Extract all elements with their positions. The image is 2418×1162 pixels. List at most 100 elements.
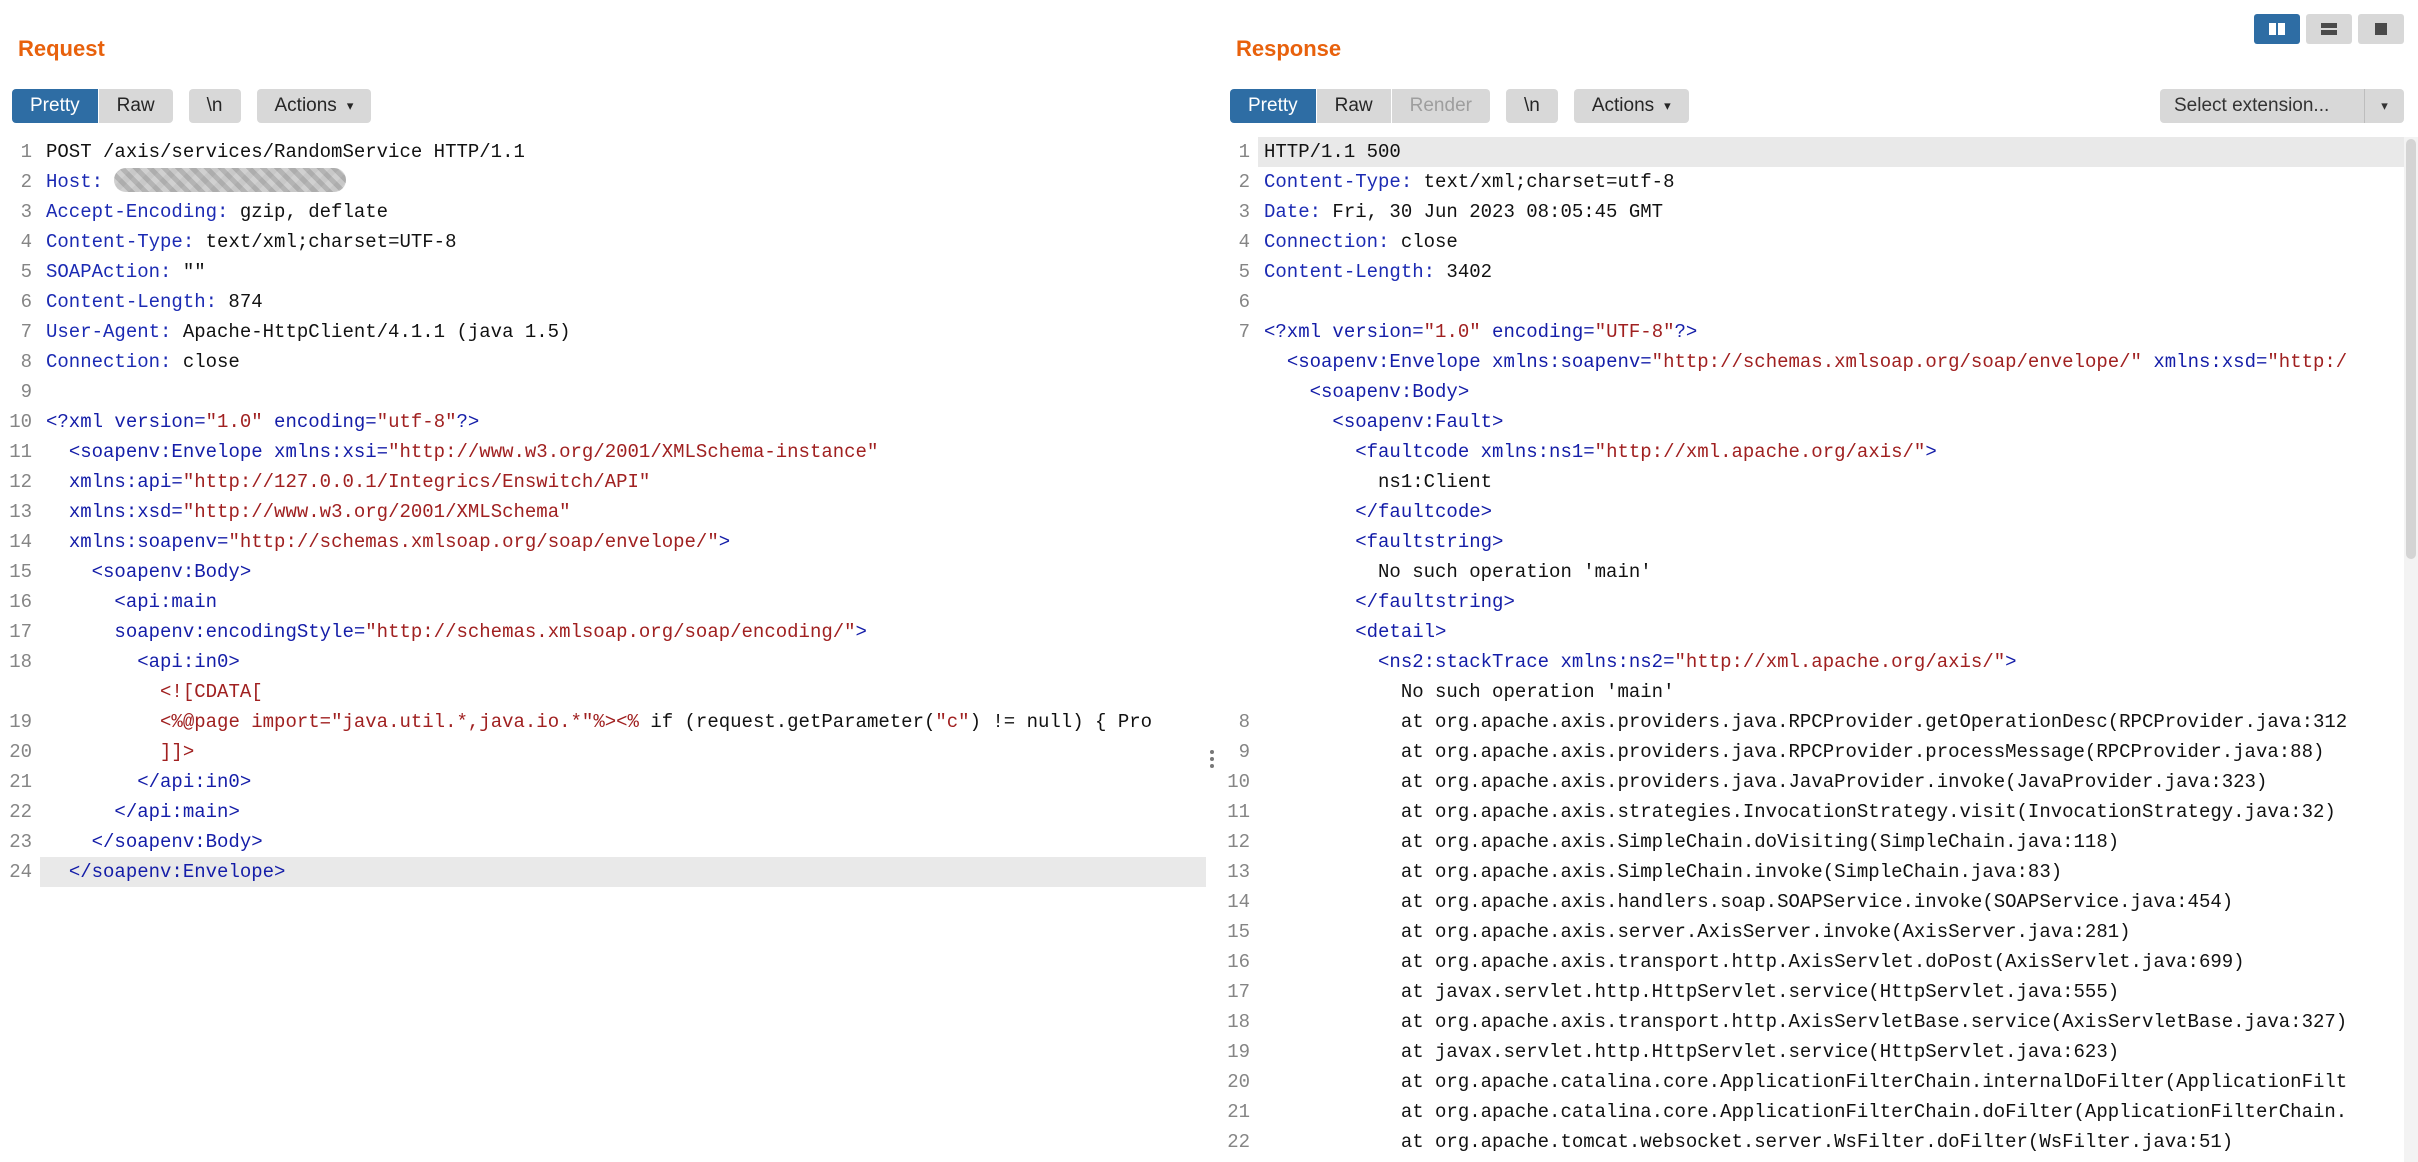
line-content: <api:main xyxy=(40,587,1206,617)
code-line: 3Date: Fri, 30 Jun 2023 08:05:45 GMT xyxy=(1218,197,2418,227)
code-line: </faultcode> xyxy=(1218,497,2418,527)
select-extension-label: Select extension... xyxy=(2160,89,2364,123)
single-layout-button[interactable] xyxy=(2358,14,2404,44)
line-content: Connection: close xyxy=(40,347,1206,377)
chevron-down-icon: ▾ xyxy=(2364,89,2404,123)
request-actions-button[interactable]: Actions ▾ xyxy=(257,89,372,123)
line-content: <soapenv:Body> xyxy=(40,557,1206,587)
code-line: </faultstring> xyxy=(1218,587,2418,617)
rows-layout-button[interactable] xyxy=(2306,14,2352,44)
code-line: 2Content-Type: text/xml;charset=utf-8 xyxy=(1218,167,2418,197)
line-number: 21 xyxy=(0,767,40,797)
code-line: 8Connection: close xyxy=(0,347,1206,377)
line-content: </soapenv:Body> xyxy=(40,827,1206,857)
code-line: 2Host: xyxy=(0,167,1206,197)
line-content: Content-Length: 3402 xyxy=(1258,257,2418,287)
line-number: 4 xyxy=(0,227,40,257)
response-tab-pretty[interactable]: Pretty xyxy=(1230,89,1316,123)
line-content: at javax.servlet.http.HttpServlet.servic… xyxy=(1258,977,2418,1007)
line-number xyxy=(1218,377,1258,407)
request-panel: Request Pretty Raw \n Actions ▾ 1POST /a… xyxy=(0,0,1206,1162)
line-number xyxy=(1218,587,1258,617)
code-line: 11 <soapenv:Envelope xmlns:xsi="http://w… xyxy=(0,437,1206,467)
line-number: 6 xyxy=(0,287,40,317)
response-tab-newline[interactable]: \n xyxy=(1506,89,1558,123)
line-content: at org.apache.axis.transport.http.AxisSe… xyxy=(1258,1007,2418,1037)
request-tab-newline[interactable]: \n xyxy=(189,89,241,123)
code-line: 21 at org.apache.catalina.core.Applicati… xyxy=(1218,1097,2418,1127)
response-view-segment: Pretty Raw Render xyxy=(1230,89,1490,123)
code-line: 11 at org.apache.axis.strategies.Invocat… xyxy=(1218,797,2418,827)
response-scrollbar-thumb[interactable] xyxy=(2406,139,2416,559)
request-tabbar: Pretty Raw \n Actions ▾ xyxy=(12,89,1192,123)
code-line: 18 at org.apache.axis.transport.http.Axi… xyxy=(1218,1007,2418,1037)
response-actions-label: Actions xyxy=(1592,95,1654,117)
code-line: 12 xmlns:api="http://127.0.0.1/Integrics… xyxy=(0,467,1206,497)
line-number: 15 xyxy=(1218,917,1258,947)
line-number: 15 xyxy=(0,557,40,587)
line-number xyxy=(1218,467,1258,497)
response-scrollbar[interactable] xyxy=(2404,137,2418,1162)
code-line: 14 at org.apache.axis.handlers.soap.SOAP… xyxy=(1218,887,2418,917)
line-number: 5 xyxy=(0,257,40,287)
select-extension-dropdown[interactable]: Select extension... ▾ xyxy=(2160,89,2404,123)
code-line: 24 </soapenv:Envelope> xyxy=(0,857,1206,887)
redacted-host-value xyxy=(114,168,346,192)
editor-layout-toggle xyxy=(2254,14,2404,44)
line-content: at org.apache.axis.strategies.Invocation… xyxy=(1258,797,2418,827)
line-content: at org.apache.axis.handlers.soap.SOAPSer… xyxy=(1258,887,2418,917)
code-line: 17 soapenv:encodingStyle="http://schemas… xyxy=(0,617,1206,647)
response-actions-button[interactable]: Actions ▾ xyxy=(1574,89,1689,123)
line-number: 1 xyxy=(0,137,40,167)
line-number: 11 xyxy=(1218,797,1258,827)
code-line: 8 at org.apache.axis.providers.java.RPCP… xyxy=(1218,707,2418,737)
line-content: at org.apache.axis.providers.java.RPCPro… xyxy=(1258,707,2418,737)
line-number: 6 xyxy=(1218,287,1258,317)
line-content: at org.apache.tomcat.websocket.server.Ws… xyxy=(1258,1127,2418,1157)
line-number xyxy=(1218,617,1258,647)
line-content: at org.apache.catalina.core.ApplicationF… xyxy=(1258,1067,2418,1097)
line-content: <![CDATA[ xyxy=(40,677,1206,707)
line-content: at org.apache.axis.server.AxisServer.inv… xyxy=(1258,917,2418,947)
line-number: 22 xyxy=(1218,1127,1258,1157)
line-content: soapenv:encodingStyle="http://schemas.xm… xyxy=(40,617,1206,647)
line-content: Host: xyxy=(40,167,1206,197)
code-line: 18 <api:in0> xyxy=(0,647,1206,677)
line-content: <ns2:stackTrace xmlns:ns2="http://xml.ap… xyxy=(1258,647,2418,677)
response-tab-raw[interactable]: Raw xyxy=(1317,89,1391,123)
request-editor[interactable]: 1POST /axis/services/RandomService HTTP/… xyxy=(0,137,1206,1162)
line-content: <soapenv:Envelope xmlns:xsi="http://www.… xyxy=(40,437,1206,467)
line-content xyxy=(1258,287,2418,317)
line-number: 22 xyxy=(0,797,40,827)
code-line: 16 at org.apache.axis.transport.http.Axi… xyxy=(1218,947,2418,977)
panel-splitter[interactable] xyxy=(1206,0,1218,1162)
line-content: No such operation 'main' xyxy=(1258,677,2418,707)
line-content: <api:in0> xyxy=(40,647,1206,677)
code-line: 6Content-Length: 874 xyxy=(0,287,1206,317)
code-line: 21 </api:in0> xyxy=(0,767,1206,797)
line-content: at org.apache.axis.transport.http.AxisSe… xyxy=(1258,947,2418,977)
line-number: 1 xyxy=(1218,137,1258,167)
line-content: at org.apache.catalina.core.ApplicationF… xyxy=(1258,1097,2418,1127)
line-number: 10 xyxy=(0,407,40,437)
code-line: 13 xmlns:xsd="http://www.w3.org/2001/XML… xyxy=(0,497,1206,527)
code-line: <![CDATA[ xyxy=(0,677,1206,707)
line-number xyxy=(1218,647,1258,677)
code-line: 9 xyxy=(0,377,1206,407)
request-tab-pretty[interactable]: Pretty xyxy=(12,89,98,123)
request-tab-raw[interactable]: Raw xyxy=(99,89,173,123)
response-tab-render[interactable]: Render xyxy=(1392,89,1490,123)
line-content: <%@page import="java.util.*,java.io.*"%>… xyxy=(40,707,1206,737)
columns-layout-button[interactable] xyxy=(2254,14,2300,44)
splitter-grip-icon xyxy=(1210,750,1214,754)
response-editor[interactable]: 1HTTP/1.1 5002Content-Type: text/xml;cha… xyxy=(1218,137,2418,1162)
code-line: 10<?xml version="1.0" encoding="utf-8"?> xyxy=(0,407,1206,437)
line-content: </faultcode> xyxy=(1258,497,2418,527)
line-number xyxy=(1218,347,1258,377)
single-layout-icon xyxy=(2370,20,2392,38)
line-number: 19 xyxy=(1218,1037,1258,1067)
code-line: 14 xmlns:soapenv="http://schemas.xmlsoap… xyxy=(0,527,1206,557)
line-content: POST /axis/services/RandomService HTTP/1… xyxy=(40,137,1206,167)
code-line: 4Content-Type: text/xml;charset=UTF-8 xyxy=(0,227,1206,257)
line-content: at javax.servlet.http.HttpServlet.servic… xyxy=(1258,1037,2418,1067)
